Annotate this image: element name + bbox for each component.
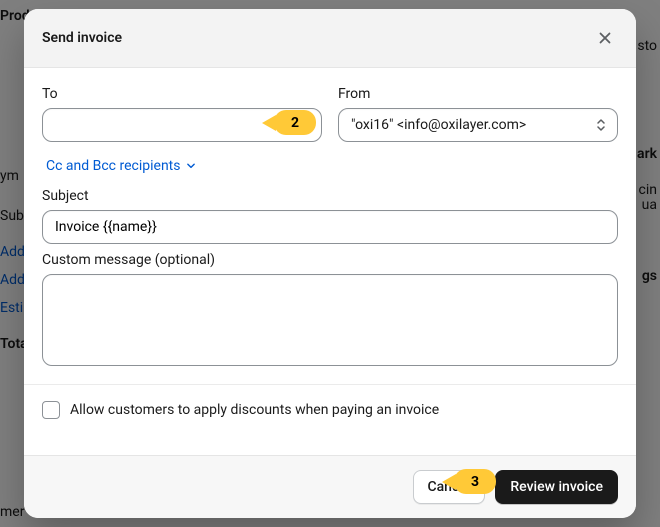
send-invoice-modal: Send invoice To From "oxi16" <info@oxila…	[24, 9, 636, 518]
review-invoice-button[interactable]: Review invoice	[495, 470, 618, 504]
close-icon	[596, 29, 614, 47]
close-button[interactable]	[592, 25, 618, 51]
chevron-down-icon	[184, 159, 198, 173]
discount-checkbox[interactable]	[42, 401, 60, 419]
to-label: To	[42, 86, 322, 102]
cc-bcc-toggle[interactable]: Cc and Bcc recipients	[46, 158, 198, 174]
modal-title: Send invoice	[42, 30, 122, 46]
cancel-button[interactable]: Cancel	[413, 470, 486, 504]
subject-input[interactable]	[42, 210, 618, 244]
from-value: "oxi16" <info@oxilayer.com>	[351, 117, 526, 133]
subject-label: Subject	[42, 188, 618, 204]
to-input[interactable]	[42, 108, 322, 142]
select-arrows-icon	[595, 117, 607, 133]
discount-checkbox-label: Allow customers to apply discounts when …	[70, 402, 439, 418]
modal-footer: Cancel Review invoice	[24, 455, 636, 518]
cc-bcc-label: Cc and Bcc recipients	[46, 158, 180, 174]
from-label: From	[338, 86, 618, 102]
modal-header: Send invoice	[24, 9, 636, 68]
modal-body: To From "oxi16" <info@oxilayer.com> Cc a…	[24, 68, 636, 455]
message-textarea[interactable]	[42, 274, 618, 366]
message-label: Custom message (optional)	[42, 252, 618, 268]
discount-section: Allow customers to apply discounts when …	[24, 384, 636, 435]
from-select[interactable]: "oxi16" <info@oxilayer.com>	[338, 108, 618, 142]
